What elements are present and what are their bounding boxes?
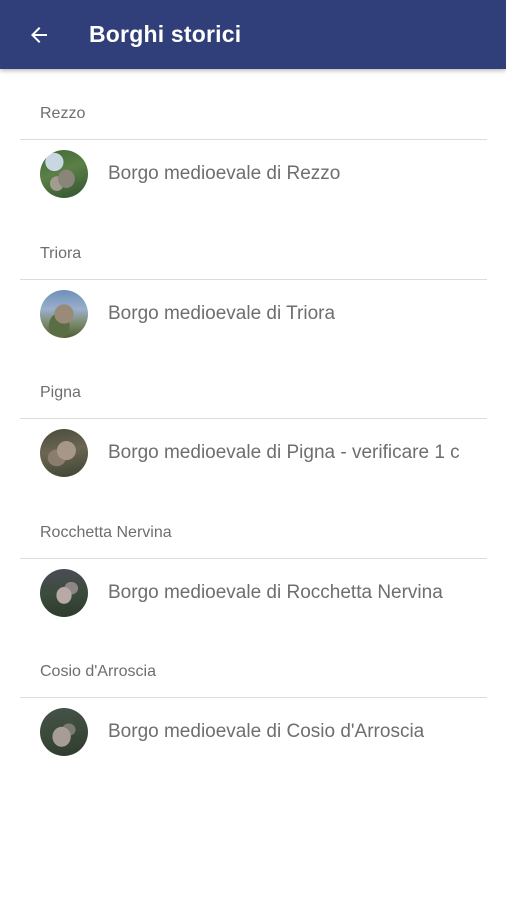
list-item-title: Borgo medioevale di Cosio d'Arroscia (108, 721, 425, 742)
section-header: Rezzo (40, 105, 86, 122)
list-item[interactable]: Borgo medioevale di Cosio d'Arroscia (20, 698, 487, 766)
app-bar: Borghi storici (0, 0, 506, 69)
list-item[interactable]: Borgo medioevale di Rocchetta Nervina (20, 559, 487, 627)
list-item[interactable]: Borgo medioevale di Rezzo (20, 140, 487, 208)
list-item-title: Borgo medioevale di Triora (108, 302, 336, 324)
section-rocchetta-nervina: Rocchetta Nervina Borgo medioevale di Ro… (0, 488, 506, 628)
section-header: Rocchetta Nervina (40, 523, 172, 541)
section-rezzo: Rezzo Borgo medioevale di Rezzo (0, 69, 506, 209)
avatar (40, 289, 88, 338)
page-title: Borghi storici (89, 21, 242, 47)
section-header: Cosio d'Arroscia (40, 663, 156, 680)
list-item-title: Borgo medioevale di Rezzo (108, 163, 341, 184)
avatar (40, 150, 88, 198)
avatar (40, 568, 88, 617)
list-item-title: Borgo medioevale di Rocchetta Nervina (108, 581, 443, 603)
section-cosio-darroscia: Cosio d'Arroscia Borgo medioevale di Cos… (0, 627, 506, 767)
section-triora: Triora Borgo medioevale di Triora (0, 209, 506, 349)
list-item[interactable]: Borgo medioevale di Pigna - verificare 1… (20, 419, 487, 487)
arrow-left-icon (31, 26, 47, 43)
list-item[interactable]: Borgo medioevale di Triora (20, 280, 487, 348)
back-button[interactable] (19, 15, 59, 55)
section-header: Pigna (40, 384, 81, 401)
borghi-list: Rezzo Borgo medioevale di Rezzo Triora B… (0, 69, 506, 767)
avatar (40, 708, 88, 756)
section-pigna: Pigna Borgo medioevale di Pigna - verifi… (0, 348, 506, 488)
list-item-title: Borgo medioevale di Pigna - verificare 1… (108, 442, 460, 463)
avatar (40, 429, 88, 477)
section-header: Triora (40, 244, 82, 262)
